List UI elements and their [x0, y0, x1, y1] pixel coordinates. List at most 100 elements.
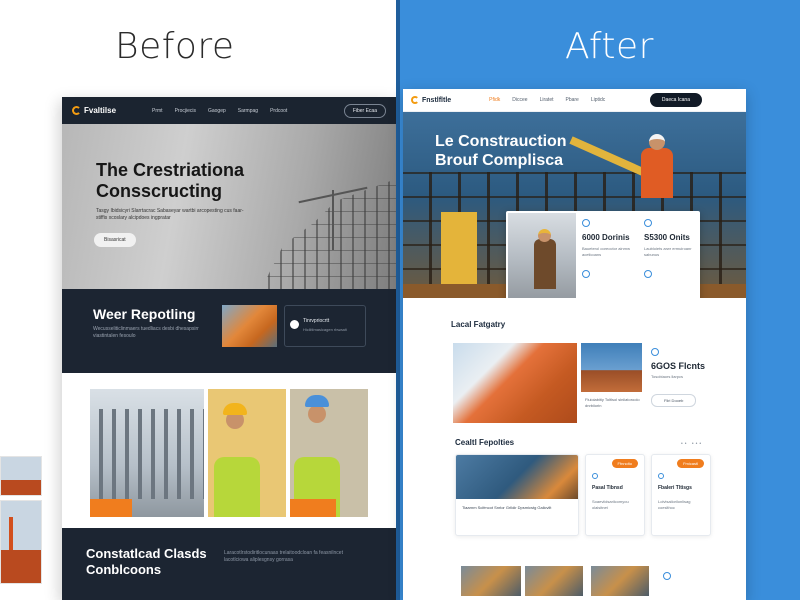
yellow-column: [441, 212, 477, 292]
steel-beams-photo: [453, 343, 577, 423]
property-card-1[interactable]: Tiaarnm Scifmcot Snrlor Grlldir Dpsmicst…: [455, 454, 579, 536]
bottom-thumbnail[interactable]: [591, 566, 649, 596]
nav-link-active[interactable]: Pfidk: [489, 97, 500, 103]
after-website-mockup: Fnstlfltle Pfidk Diccee Liratet Pbare Li…: [403, 89, 746, 600]
card-text: Lolvtsailorilonlisag coeslthoc: [658, 499, 691, 510]
stat-icon: [651, 348, 659, 356]
after-hero: Le Constrauction Brouf Complisca 6000 Do…: [403, 112, 746, 298]
hardhat-icon: [649, 134, 665, 150]
section-stat-value: 6GOS Flcnts: [651, 361, 706, 371]
card-photo: [456, 455, 578, 499]
nav-link[interactable]: Procjiecis: [175, 108, 196, 114]
carousel-dots[interactable]: •• •••: [681, 441, 703, 447]
after-logo[interactable]: Fnstlfltle: [422, 97, 451, 104]
before-reporting-section: Weer Repotling Wecusseliticlinmaers tued…: [62, 289, 396, 373]
card-tag[interactable]: Ffnnolto: [611, 459, 638, 468]
card-title: Pasal Tibnsd: [592, 485, 623, 491]
before-footer-title: Constatlcad Clasds Conblcoons: [86, 546, 207, 578]
title-line: Constatlcad Clasds: [86, 546, 207, 561]
card-text: Tiaarnm Scifmcot Snrlor Grlldir Dpsmicst…: [462, 505, 552, 510]
title-line: Le Constrauction: [435, 133, 567, 150]
after-section-title: Lacal Fatgatry: [451, 320, 506, 329]
stat-value: S5300 Onits: [644, 233, 690, 242]
stat-text: Laubloiets arwr ermuiroanr sabunus: [644, 246, 692, 257]
card-icon: [592, 473, 598, 479]
after-hero-title: Le Constrauction Brouf Complisca: [435, 132, 567, 170]
before-hero: The Crestriationa Consscructing Tasgy Ib…: [62, 124, 396, 289]
title-line: Brouf Complisca: [435, 152, 564, 169]
pipes-photo: [90, 389, 204, 517]
stat-block-2: S5300 Onits Laubloiets arwr ermuiroanr s…: [644, 219, 702, 278]
worker-photo-1: [208, 389, 286, 517]
after-nav-links: Pfidk Diccee Liratet Pbare Liptidc: [489, 97, 605, 103]
thumbnail-base: [1, 550, 41, 583]
section-stat-text: Tosobiaors llarpcs: [651, 374, 684, 379]
pipes-graphic: [90, 409, 204, 499]
worker-figure: [641, 148, 673, 198]
after-factory-section: Lacal Fatgatry Fluioiabitiy Toltlsol sin…: [403, 298, 746, 432]
after-nav-cta-button[interactable]: Daeca Icana: [649, 93, 702, 107]
before-nav-links: Prmt Procjiecis Gaogep Sarmpag Prdcoot: [152, 108, 287, 114]
side-thumbnail-2: [0, 500, 42, 584]
before-gallery: [62, 373, 396, 528]
hardhat-icon: [305, 395, 329, 407]
stat-block-1: 6000 Dorinis Baueterol ooreoctor ainrnw …: [582, 219, 640, 278]
stat-icon: [582, 270, 590, 278]
before-label: Before: [115, 26, 235, 67]
worker-photo: [222, 305, 277, 347]
before-panel: Before Fvaltilse Prmt Procjiecis Gaogep …: [0, 0, 398, 600]
card-title: Tinrvpriocrtt: [303, 318, 330, 324]
orange-tag: [90, 499, 132, 517]
after-stats-panel: 6000 Dorinis Baueterol ooreoctor ainrnw …: [506, 211, 700, 298]
worker-face: [308, 405, 326, 423]
after-navbar: Fnstlfltle Pfidk Diccee Liratet Pbare Li…: [403, 89, 746, 112]
nav-link[interactable]: Pbare: [566, 97, 579, 103]
photo-caption: Fluioiabitiy Toltlsol siniiatoroolo dnrb…: [585, 397, 640, 408]
card-subtitle: Hicliitlmaslcagen rbwaalt: [303, 327, 347, 332]
after-bottom-strip: [403, 554, 746, 600]
nav-link[interactable]: Sarmpag: [238, 108, 258, 114]
before-info-card[interactable]: Tinrvpriocrtt Hicliitlmaslcagen rbwaalt: [284, 305, 366, 347]
nav-link[interactable]: Diccee: [512, 97, 527, 103]
before-section-title: Weer Repotling: [93, 306, 196, 322]
nav-link[interactable]: Prdcoot: [270, 108, 287, 114]
orange-tag: [290, 499, 336, 517]
before-website-mockup: Fvaltilse Prmt Procjiecis Gaogep Sarmpag…: [62, 97, 396, 600]
before-hero-button[interactable]: Bisasricat: [94, 233, 136, 247]
thumbnail-base: [1, 479, 41, 495]
crane-icon: [332, 190, 334, 250]
worker-photo-2: [290, 389, 368, 517]
nav-link[interactable]: Liratet: [540, 97, 554, 103]
card-text: Soaeviidsarilcomyou olaisitnet: [592, 499, 629, 510]
worker-body: [534, 239, 556, 289]
before-section-subtitle: Wecusseliticlinmaers tuedliacs desbi dhe…: [93, 326, 199, 339]
property-card-3[interactable]: Fmicastl Fbaleri Tltisgs Lolvtsailorilon…: [651, 454, 711, 536]
before-nav-cta-button[interactable]: Fiber Ecaa: [343, 103, 386, 118]
card-tag[interactable]: Fmicastl: [677, 459, 704, 468]
before-hero-subtitle: Tasgy Ibidsicyri Slarrtacrac Sabaseyar w…: [96, 208, 244, 221]
stat-icon: [644, 270, 652, 278]
nav-link[interactable]: Gaogep: [208, 108, 226, 114]
logo-icon: [72, 106, 81, 115]
before-footer-text: Laracotlrstodiritlocunaas trelaitoodcloa…: [224, 550, 343, 563]
bottom-thumbnail[interactable]: [461, 566, 521, 596]
title-line: Consscructing: [96, 181, 223, 201]
stat-icon: [644, 219, 652, 227]
after-section-title: Cealtl Fepolties: [455, 438, 515, 447]
title-line: Conblcoons: [86, 562, 162, 577]
hardhat-icon: [538, 229, 551, 242]
worker-photo: [508, 213, 576, 298]
property-card-2[interactable]: Ffnnolto Pasal Tibnsd Soaeviidsarilcomyo…: [585, 454, 645, 536]
stat-text: Baueterol ooreoctor ainrnw acetlcoans: [582, 246, 631, 257]
nav-link[interactable]: Liptidc: [591, 97, 605, 103]
bottom-thumbnail[interactable]: [525, 566, 583, 596]
title-line: The Crestriationa: [96, 160, 245, 180]
section-button[interactable]: Fliri Dooeb: [651, 394, 697, 407]
building-photo: [581, 343, 642, 392]
before-logo[interactable]: Fvaltilse: [84, 106, 116, 115]
before-hero-title: The Crestriationa Consscructing: [96, 160, 244, 202]
worker-vest: [214, 457, 260, 517]
nav-link[interactable]: Prmt: [152, 108, 163, 114]
side-thumbnail-1: [0, 456, 42, 496]
hardhat-icon: [223, 403, 247, 415]
